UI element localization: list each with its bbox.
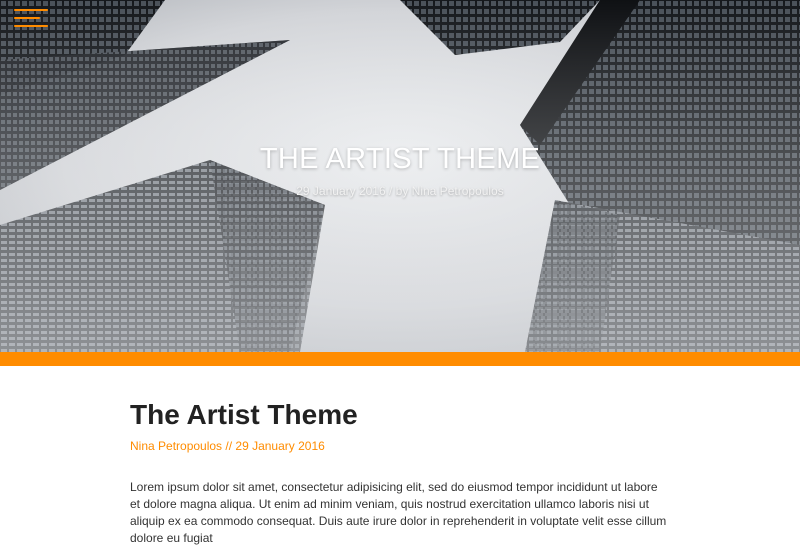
hero-meta: 29 January 2016 / by Nina Petropoulos <box>0 184 800 198</box>
post-meta: Nina Petropoulos // 29 January 2016 <box>130 439 670 453</box>
hamburger-menu-icon[interactable] <box>14 8 48 30</box>
hero-author-link[interactable]: Nina Petropoulos <box>412 184 504 198</box>
accent-divider <box>0 352 800 366</box>
menu-line <box>14 25 48 27</box>
hero-title: THE ARTIST THEME <box>259 143 541 175</box>
post-author-link[interactable]: Nina Petropoulos <box>130 439 222 453</box>
hero-meta-separator: / by <box>385 184 412 198</box>
hero-date-link[interactable]: 29 January 2016 <box>296 184 385 198</box>
post-body-text: Lorem ipsum dolor sit amet, consectetur … <box>130 480 667 545</box>
menu-line <box>14 17 40 19</box>
skyscrapers-background-image <box>0 0 800 352</box>
post-meta-separator: // <box>222 439 236 453</box>
post-title: The Artist Theme <box>130 399 358 430</box>
menu-line <box>14 9 48 11</box>
post-content: The Artist Theme Nina Petropoulos // 29 … <box>0 366 800 547</box>
hero-section: THE ARTIST THEME 29 January 2016 / by Ni… <box>0 0 800 352</box>
post-date-link[interactable]: 29 January 2016 <box>235 439 324 453</box>
